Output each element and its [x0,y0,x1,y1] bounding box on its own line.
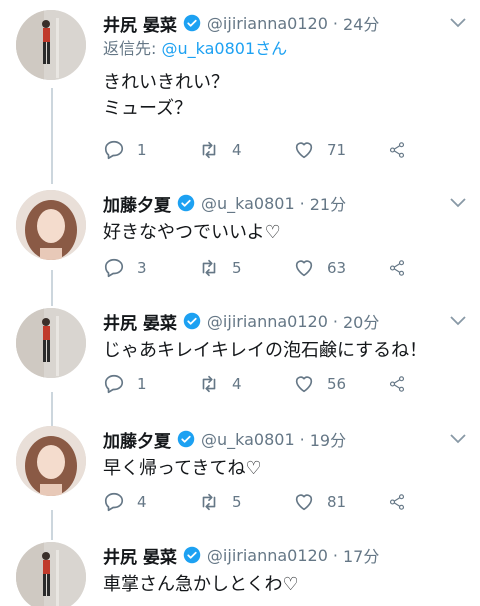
like-count: 56 [327,375,347,393]
avatar[interactable] [16,190,86,260]
share-icon [389,260,405,276]
reply-count: 1 [137,375,147,393]
tweet[interactable]: 井尻 晏菜 @ijirianna0120 · 24分 返信先: @u_ka080… [0,10,480,180]
tweet-text: じゃあキレイキレイの泡石鹸にするね！ [103,340,428,361]
reply-button[interactable]: 4 [103,491,198,513]
handle[interactable]: @ijirianna0120 [207,312,328,331]
tweet[interactable]: 加藤夕夏 @u_ka0801 · 19分 早く帰ってきてね♡ 4 5 81 [0,426,480,546]
reply-button[interactable]: 1 [103,139,198,161]
verified-badge-icon [183,14,201,32]
share-button[interactable] [388,373,418,395]
chevron-down-icon[interactable] [450,434,466,444]
timestamp[interactable]: 19分 [310,427,346,451]
share-icon [389,494,405,510]
verified-badge-icon [177,194,195,212]
reply-button[interactable]: 3 [103,257,198,279]
reply-icon [104,492,124,512]
like-count: 81 [327,493,347,511]
display-name[interactable]: 井尻 晏菜 [103,309,177,334]
chevron-down-icon[interactable] [450,18,466,28]
retweet-button[interactable]: 5 [198,257,293,279]
reply-icon [104,258,124,278]
reply-count: 3 [137,259,147,277]
retweet-count: 4 [232,375,242,393]
reply-count: 4 [137,493,147,511]
retweet-count: 5 [232,259,242,277]
timestamp[interactable]: 20分 [343,309,379,333]
tweet-text: 車掌さん急かしとくわ♡ [103,574,299,595]
heart-icon [295,376,313,393]
heart-icon [295,260,313,277]
retweet-button[interactable]: 4 [198,373,293,395]
separator: · [332,13,338,33]
verified-badge-icon [183,546,201,564]
display-name[interactable]: 井尻 晏菜 [103,11,177,36]
chevron-down-icon[interactable] [450,198,466,208]
reply-icon [104,140,124,160]
share-icon [389,142,405,158]
separator: · [299,429,305,449]
like-button[interactable]: 63 [293,257,388,279]
timestamp[interactable]: 24分 [343,11,379,35]
reply-to-prefix: 返信先: [103,39,162,58]
heart-icon [295,494,313,511]
retweet-icon [202,493,216,511]
retweet-button[interactable]: 4 [198,139,293,161]
share-icon [389,376,405,392]
avatar[interactable] [16,426,86,496]
avatar[interactable] [16,10,86,80]
reply-to-mention[interactable]: @u_ka0801さん [161,39,287,58]
separator: · [332,311,338,331]
avatar[interactable] [16,308,86,378]
tweet[interactable]: 井尻 晏菜 @ijirianna0120 · 20分 じゃあキレイキレイの泡石鹸… [0,308,480,428]
reply-count: 1 [137,141,147,159]
retweet-count: 4 [232,141,242,159]
handle[interactable]: @u_ka0801 [201,430,295,449]
tweet-text: 早く帰ってきてね♡ [103,458,262,479]
retweet-count: 5 [232,493,242,511]
like-count: 63 [327,259,347,277]
like-count: 71 [327,141,347,159]
like-button[interactable]: 56 [293,373,388,395]
handle[interactable]: @ijirianna0120 [207,14,328,33]
tweet-text: きれいきれい？ ミューズ？ [103,72,229,119]
share-button[interactable] [388,491,418,513]
avatar[interactable] [16,542,86,606]
share-button[interactable] [388,139,418,161]
separator: · [299,193,305,213]
timestamp[interactable]: 17分 [343,543,379,567]
separator: · [332,545,338,565]
verified-badge-icon [183,312,201,330]
timestamp[interactable]: 21分 [310,191,346,215]
tweet-text: 好きなやつでいいよ♡ [103,222,281,243]
retweet-icon [202,259,216,277]
tweet[interactable]: 加藤夕夏 @u_ka0801 · 21分 好きなやつでいいよ♡ 3 5 63 [0,190,480,310]
heart-icon [295,142,313,159]
handle[interactable]: @u_ka0801 [201,194,295,213]
retweet-icon [202,375,216,393]
tweet[interactable]: 井尻 晏菜 @ijirianna0120 · 17分 車掌さん急かしとくわ♡ [0,542,480,606]
like-button[interactable]: 71 [293,139,388,161]
display-name[interactable]: 井尻 晏菜 [103,543,177,568]
retweet-button[interactable]: 5 [198,491,293,513]
handle[interactable]: @ijirianna0120 [207,546,328,565]
like-button[interactable]: 81 [293,491,388,513]
verified-badge-icon [177,430,195,448]
display-name[interactable]: 加藤夕夏 [103,427,171,452]
share-button[interactable] [388,257,418,279]
retweet-icon [202,141,216,159]
display-name[interactable]: 加藤夕夏 [103,191,171,216]
reply-icon [104,374,124,394]
reply-to: 返信先: @u_ka0801さん [103,36,468,62]
reply-button[interactable]: 1 [103,373,198,395]
chevron-down-icon[interactable] [450,316,466,326]
